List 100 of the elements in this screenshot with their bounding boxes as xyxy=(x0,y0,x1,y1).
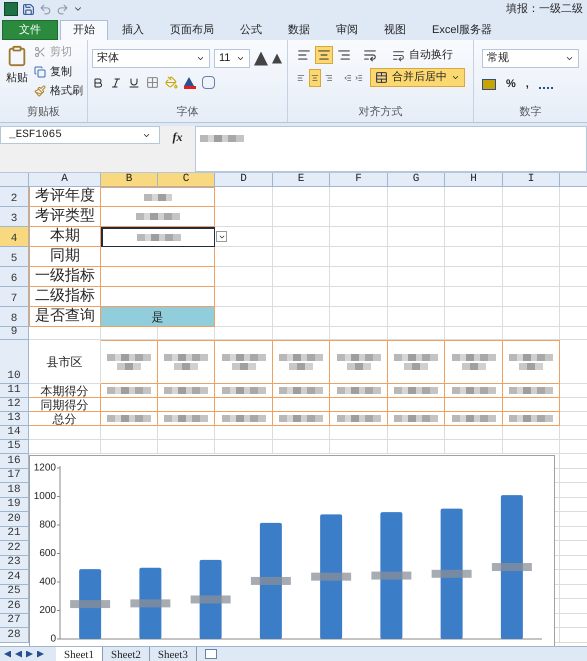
grid-cell[interactable] xyxy=(555,512,560,526)
row-header[interactable]: 23 xyxy=(0,556,29,570)
row-header[interactable]: 4 xyxy=(0,227,29,247)
grid-cell[interactable] xyxy=(503,227,560,247)
file-tab[interactable]: 文件 xyxy=(2,20,58,40)
row-header[interactable]: 27 xyxy=(0,614,29,628)
grid-cell[interactable] xyxy=(555,483,560,498)
column-header[interactable]: A xyxy=(29,173,101,187)
grid-cell[interactable] xyxy=(503,307,560,327)
format-painter-button[interactable]: 格式刷 xyxy=(34,83,83,100)
grid-cell[interactable] xyxy=(445,307,503,327)
grid-cell[interactable] xyxy=(330,440,388,454)
row-header[interactable]: 9 xyxy=(0,327,29,340)
grid-cell[interactable] xyxy=(503,247,560,267)
grid-cell[interactable] xyxy=(330,227,388,247)
grid-cell[interactable] xyxy=(445,287,503,307)
grid-cell[interactable] xyxy=(388,207,445,227)
grid-cell[interactable] xyxy=(445,227,503,247)
grid-cell[interactable] xyxy=(388,307,445,327)
column-header[interactable]: F xyxy=(330,173,388,187)
formula-field[interactable] xyxy=(195,126,587,172)
ribbon-tab[interactable]: 公式 xyxy=(228,20,274,40)
shrink-font-icon[interactable] xyxy=(272,54,282,64)
row-header[interactable]: 16 xyxy=(0,454,29,468)
grid-cell[interactable] xyxy=(101,440,158,454)
underline-icon[interactable] xyxy=(128,76,140,88)
grid-cell[interactable] xyxy=(330,327,388,340)
grid-cell[interactable] xyxy=(445,426,503,440)
row-header[interactable]: 14 xyxy=(0,426,29,440)
column-header[interactable]: G xyxy=(388,173,445,187)
insert-function-button[interactable]: fx xyxy=(172,128,182,172)
row-header[interactable]: 12 xyxy=(0,398,29,412)
grid-cell[interactable] xyxy=(273,287,330,307)
value-cell[interactable] xyxy=(101,227,215,247)
grid-cell[interactable] xyxy=(388,426,445,440)
grid-cell[interactable] xyxy=(158,426,215,440)
grid-cell[interactable] xyxy=(555,526,560,541)
save-icon[interactable] xyxy=(22,2,35,16)
grid-cell[interactable] xyxy=(101,327,158,340)
row-header[interactable]: 17 xyxy=(0,468,29,483)
column-header[interactable]: C xyxy=(158,173,215,187)
grid-cell[interactable] xyxy=(330,187,388,207)
ribbon-tab[interactable]: 数据 xyxy=(276,20,322,40)
grid-cell[interactable] xyxy=(101,426,158,440)
grid-cell[interactable] xyxy=(388,187,445,207)
align-center-icon[interactable] xyxy=(308,68,321,86)
row-header[interactable]: 22 xyxy=(0,541,29,556)
row-header[interactable]: 6 xyxy=(0,267,29,287)
grid-cell[interactable] xyxy=(555,556,560,570)
grid-cell[interactable] xyxy=(158,327,215,340)
value-cell[interactable] xyxy=(101,187,215,207)
italic-icon[interactable] xyxy=(110,76,122,88)
grid-cell[interactable] xyxy=(388,267,445,287)
undo-icon[interactable] xyxy=(39,2,52,16)
fill-color-icon[interactable] xyxy=(165,76,178,89)
grid-cell[interactable] xyxy=(555,498,560,512)
row-header[interactable]: 13 xyxy=(0,412,29,426)
grid-cell[interactable] xyxy=(215,227,273,247)
value-cell[interactable] xyxy=(101,207,215,227)
row-header[interactable]: 2 xyxy=(0,187,29,207)
select-all-corner[interactable] xyxy=(0,173,29,187)
grid-cell[interactable] xyxy=(503,207,560,227)
grid-cell[interactable] xyxy=(445,207,503,227)
ribbon-tab[interactable]: Excel服务器 xyxy=(420,20,504,40)
wrap-text-button[interactable]: 自动换行 xyxy=(392,46,453,64)
grid-cell[interactable] xyxy=(330,426,388,440)
paste-button[interactable]: 粘贴 xyxy=(0,40,34,104)
grid-cell[interactable] xyxy=(273,227,330,247)
grid-cell[interactable] xyxy=(555,599,560,614)
number-format-field[interactable]: 常规 xyxy=(482,49,579,68)
borders-icon[interactable] xyxy=(146,76,159,89)
row-header[interactable]: 8 xyxy=(0,307,29,327)
grid-cell[interactable] xyxy=(555,468,560,483)
value-cell[interactable] xyxy=(101,247,215,267)
grid-cell[interactable] xyxy=(503,327,560,340)
column-header[interactable]: I xyxy=(503,173,560,187)
grid-cell[interactable] xyxy=(215,247,273,267)
grid-cell[interactable] xyxy=(388,247,445,267)
grid-cell[interactable] xyxy=(503,187,560,207)
grid-cell[interactable] xyxy=(273,327,330,340)
grid-cell[interactable] xyxy=(330,247,388,267)
ribbon-tab[interactable]: 视图 xyxy=(372,20,418,40)
grid-cell[interactable] xyxy=(215,207,273,227)
middle-align-icon[interactable] xyxy=(315,46,333,64)
row-header[interactable]: 7 xyxy=(0,287,29,307)
grid-cell[interactable] xyxy=(215,267,273,287)
column-header[interactable]: H xyxy=(445,173,503,187)
grid-cell[interactable] xyxy=(273,426,330,440)
redo-icon[interactable] xyxy=(56,2,69,16)
grid-cell[interactable] xyxy=(215,187,273,207)
grid-cell[interactable] xyxy=(330,307,388,327)
grid-cell[interactable] xyxy=(555,614,560,628)
grid-cell[interactable] xyxy=(29,440,101,454)
grid-cell[interactable] xyxy=(158,440,215,454)
grid-cell[interactable] xyxy=(555,584,560,599)
ribbon-tab[interactable]: 页面布局 xyxy=(158,20,226,40)
font-size-field[interactable]: 11 xyxy=(214,49,250,68)
grid-cell[interactable] xyxy=(29,426,101,440)
grid-cell[interactable] xyxy=(503,426,560,440)
bold-icon[interactable] xyxy=(92,76,104,88)
